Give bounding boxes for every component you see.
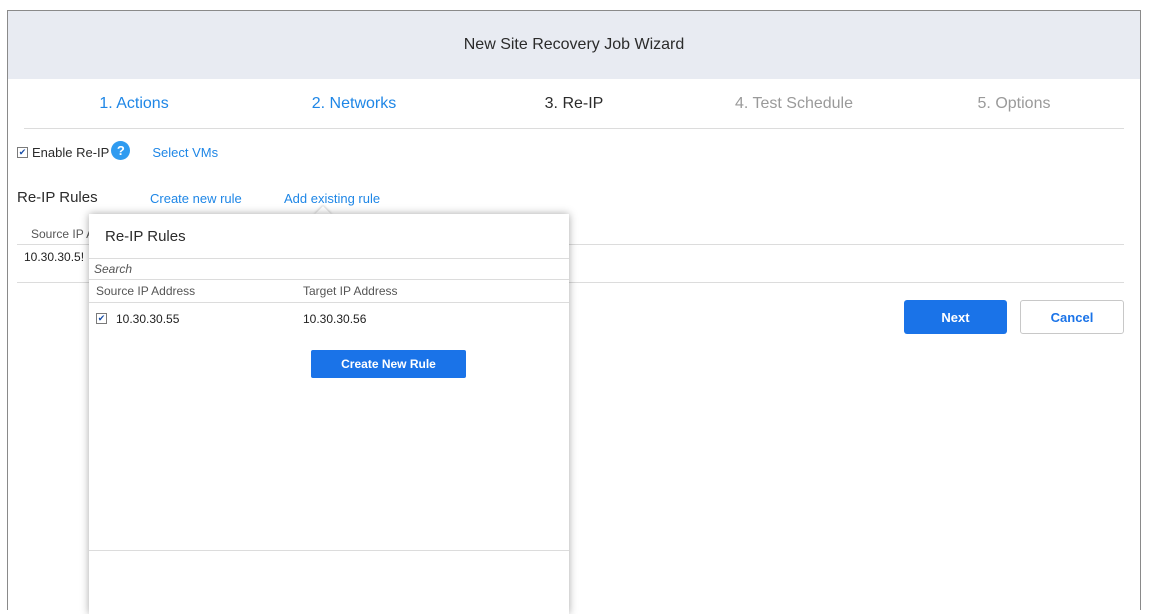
- rule-checkbox[interactable]: ✔: [96, 313, 107, 324]
- select-vms-link[interactable]: Select VMs: [152, 145, 218, 160]
- step-actions[interactable]: 1. Actions: [24, 79, 244, 128]
- target-ip-column-header: Target IP Address: [303, 284, 398, 298]
- step-re-ip: 3. Re-IP: [544, 95, 604, 112]
- source-ip-column-header: Source IP Address: [96, 284, 196, 298]
- table-row[interactable]: ✔ 10.30.30.55 10.30.30.56: [89, 310, 569, 330]
- source-ip-cell: 10.30.30.55: [116, 312, 180, 326]
- add-existing-rule-link[interactable]: Add existing rule: [284, 191, 380, 206]
- step-test-schedule: 4. Test Schedule: [734, 95, 853, 112]
- reip-rules-popup: Re-IP Rules Search Source IP Address Tar…: [89, 214, 569, 614]
- search-input[interactable]: Search: [89, 258, 569, 280]
- enable-reip-label: Enable Re-IP: [32, 145, 110, 160]
- enable-reip-checkbox[interactable]: ✔: [17, 147, 28, 158]
- wizard-title: New Site Recovery Job Wizard: [463, 36, 685, 53]
- source-ip-column-header: Source IP A: [31, 227, 95, 241]
- step-options: 5. Options: [977, 95, 1051, 112]
- wizard-steps: 1. Actions 2. Networks 3. Re-IP 4. Test …: [24, 79, 1124, 129]
- step-networks[interactable]: 2. Networks: [244, 79, 464, 128]
- reip-rules-title: Re-IP Rules: [17, 189, 98, 206]
- cancel-button[interactable]: Cancel: [1020, 300, 1124, 334]
- popup-table-header: Source IP Address Target IP Address: [89, 280, 569, 303]
- create-new-rule-link[interactable]: Create new rule: [150, 191, 242, 206]
- source-ip-cell: 10.30.30.5!: [24, 250, 85, 264]
- enable-reip-row: ✔ Enable Re-IP ? Select VMs: [17, 141, 218, 160]
- wizard-header: New Site Recovery Job Wizard: [8, 11, 1140, 79]
- next-button[interactable]: Next: [904, 300, 1007, 334]
- popup-title: Re-IP Rules: [105, 228, 186, 245]
- target-ip-cell: 10.30.30.56: [303, 312, 367, 326]
- popup-footer-divider: [89, 550, 569, 551]
- question-circle-icon[interactable]: ?: [111, 141, 131, 160]
- create-new-rule-button[interactable]: Create New Rule: [311, 350, 466, 378]
